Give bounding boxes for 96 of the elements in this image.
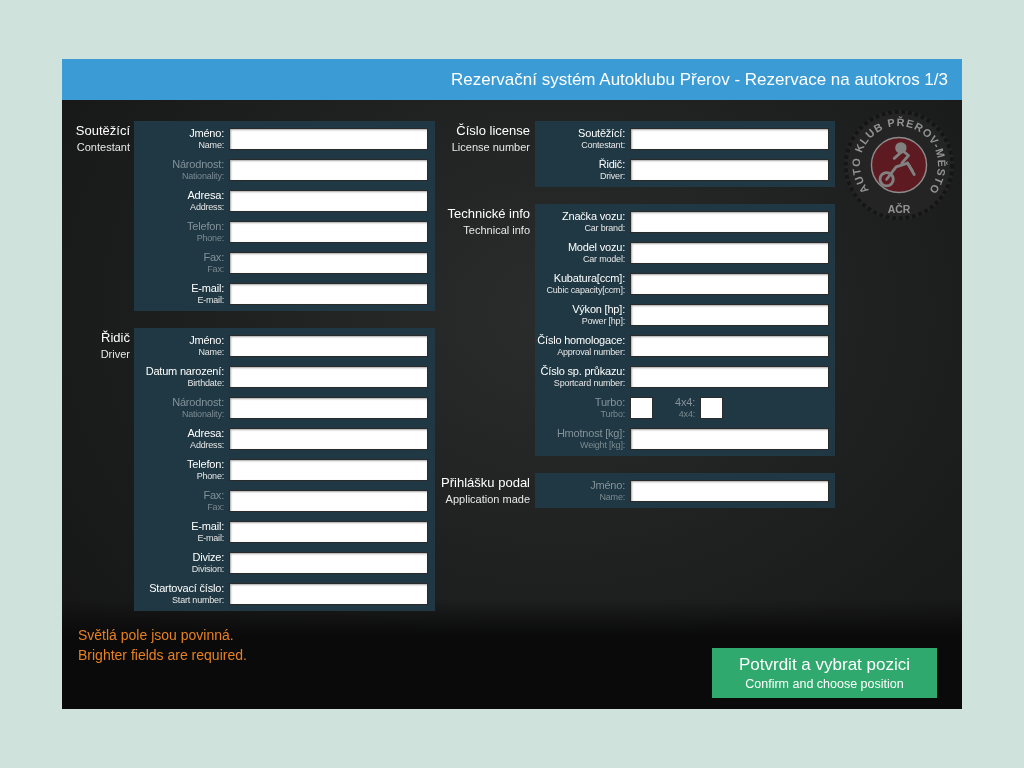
field-sublabel: Name:: [198, 140, 224, 151]
field-label: Číslo homologace:: [537, 334, 625, 347]
field-label: Hmotnost [kg]:: [556, 427, 625, 440]
field-sublabel: Phone:: [196, 233, 224, 244]
field-sublabel: Start number:: [172, 595, 224, 606]
text-input[interactable]: [630, 242, 829, 264]
field-sublabel: 4x4:: [678, 409, 695, 420]
field-sublabel: Nationality:: [181, 171, 224, 182]
field-sublabel: Contestant:: [581, 140, 625, 151]
field-label: Turbo:: [594, 396, 625, 409]
section-title: Řidič: [101, 330, 130, 346]
field-sublabel: Driver:: [599, 171, 625, 182]
section-title: Soutěžící: [75, 123, 130, 139]
section-title: Číslo license: [456, 123, 530, 139]
note-text: Světlá pole jsou povinná.: [78, 626, 235, 645]
text-input[interactable]: [630, 366, 829, 388]
field-label: Startovací číslo:: [149, 582, 224, 595]
field-sublabel: Fax:: [207, 264, 224, 275]
field-label: E-mail:: [191, 282, 224, 295]
field-label: Výkon [hp]:: [572, 303, 625, 316]
field-label: Datum narození:: [145, 365, 224, 378]
field-label: Fax:: [203, 251, 224, 264]
text-input[interactable]: [229, 128, 428, 150]
field-sublabel: Power [hp]:: [581, 316, 625, 327]
text-input[interactable]: [229, 583, 428, 605]
field-label: Národnost:: [172, 158, 224, 171]
text-input[interactable]: [229, 335, 428, 357]
field-sublabel: Fax:: [207, 502, 224, 513]
field-sublabel: Weight [kg]:: [580, 440, 625, 451]
text-input[interactable]: [630, 211, 829, 233]
field-sublabel: Address:: [190, 440, 224, 451]
field-label: Kubatura[ccm]:: [553, 272, 625, 285]
field-label: Značka vozu:: [561, 210, 625, 223]
checkbox[interactable]: [700, 397, 723, 419]
section-subtitle: License number: [451, 140, 530, 155]
field-sublabel: E-mail:: [197, 295, 224, 306]
logo-bottom-text: AČR: [887, 204, 911, 216]
text-input[interactable]: [229, 159, 428, 181]
text-input[interactable]: [229, 521, 428, 543]
text-input[interactable]: [229, 490, 428, 512]
confirm-button[interactable]: Potvrdit a vybrat pozici Confirm and choose position: [712, 648, 937, 698]
field-sublabel: Car model:: [582, 254, 625, 265]
field-sublabel: Car brand:: [584, 223, 625, 234]
section-subtitle: Driver: [100, 347, 130, 362]
header-title: Rezervační systém Autoklubu Přerov - Rezervace na autokros 1/3: [451, 68, 948, 91]
field-label: Telefon:: [187, 220, 224, 233]
text-input[interactable]: [229, 552, 428, 574]
text-input[interactable]: [630, 480, 829, 502]
text-input[interactable]: [229, 221, 428, 243]
field-label: Telefon:: [187, 458, 224, 471]
text-input[interactable]: [229, 428, 428, 450]
field-label: 4x4:: [675, 396, 695, 409]
section-title: Technické info: [447, 206, 530, 222]
field-label: Soutěžící:: [578, 127, 625, 140]
field-label: Divize:: [192, 551, 224, 564]
checkbox[interactable]: [630, 397, 653, 419]
text-input[interactable]: [229, 459, 428, 481]
text-input[interactable]: [630, 128, 829, 150]
field-sublabel: Turbo:: [600, 409, 625, 420]
field-label: Adresa:: [187, 189, 224, 202]
section-title: Přihlášku podal: [441, 475, 530, 491]
field-label: Jméno:: [189, 334, 224, 347]
field-sublabel: Name:: [198, 347, 224, 358]
field-label: Jméno:: [590, 479, 625, 492]
text-input[interactable]: [229, 283, 428, 305]
text-input[interactable]: [630, 159, 829, 181]
field-sublabel: Cubic capacity[ccm]:: [546, 285, 625, 296]
field-label: Adresa:: [187, 427, 224, 440]
field-sublabel: Nationality:: [181, 409, 224, 420]
field-label: Národnost:: [172, 396, 224, 409]
text-input[interactable]: [630, 428, 829, 450]
field-label: Fax:: [203, 489, 224, 502]
text-input[interactable]: [229, 366, 428, 388]
section-subtitle: Contestant: [76, 140, 130, 155]
text-input[interactable]: [630, 304, 829, 326]
field-sublabel: Address:: [190, 202, 224, 213]
field-sublabel: Birthdate:: [187, 378, 224, 389]
field-sublabel: E-mail:: [197, 533, 224, 544]
field-sublabel: Sportcard number:: [553, 378, 625, 389]
field-sublabel: Division:: [191, 564, 224, 575]
text-input[interactable]: [630, 273, 829, 295]
field-sublabel: Phone:: [196, 471, 224, 482]
note-text: Brighter fields are required.: [78, 646, 247, 665]
text-input[interactable]: [229, 397, 428, 419]
field-label: E-mail:: [191, 520, 224, 533]
text-input[interactable]: [229, 252, 428, 274]
text-input[interactable]: [229, 190, 428, 212]
field-label: Číslo sp. průkazu:: [540, 365, 625, 378]
text-input[interactable]: [630, 335, 829, 357]
field-sublabel: Approval number:: [557, 347, 625, 358]
section-subtitle: Technical info: [463, 223, 530, 238]
field-label: Jméno:: [189, 127, 224, 140]
section-subtitle: Application made: [445, 492, 530, 507]
field-sublabel: Name:: [599, 492, 625, 503]
field-label: Model vozu:: [567, 241, 625, 254]
field-label: Řidič:: [598, 158, 625, 171]
